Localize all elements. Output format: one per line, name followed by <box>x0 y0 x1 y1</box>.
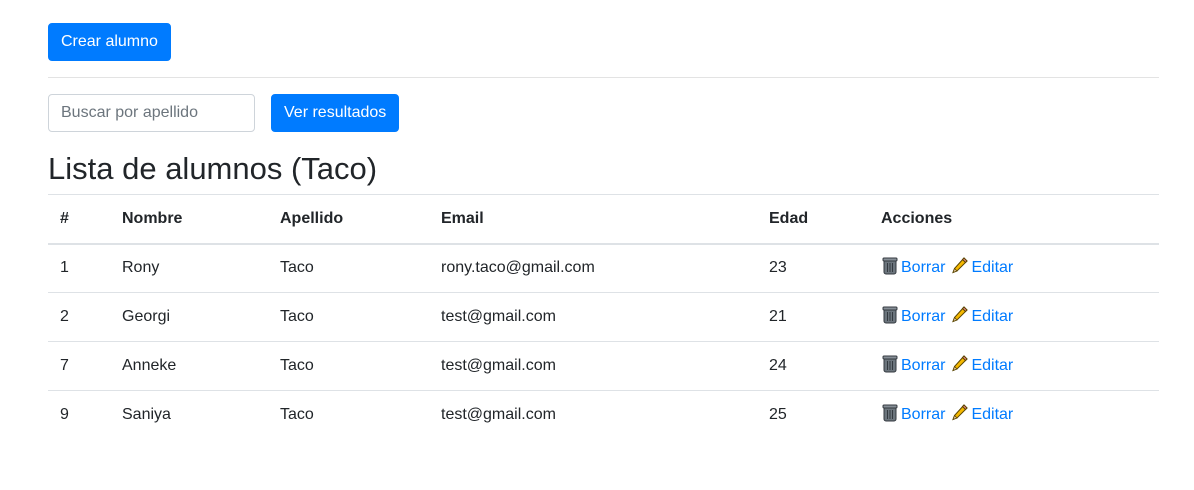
cell-email: test@gmail.com <box>429 292 757 342</box>
cell-age: 21 <box>757 292 869 342</box>
cell-id: 7 <box>48 341 110 391</box>
header-number: # <box>48 194 110 245</box>
cell-actions: Borrar Editar <box>869 243 1159 293</box>
table-row: 2 Georgi Taco test@gmail.com 21 Borrar E… <box>48 292 1159 342</box>
delete-link[interactable]: Borrar <box>901 406 945 423</box>
cell-age: 23 <box>757 243 869 293</box>
pencil-icon <box>951 256 969 280</box>
cell-email: test@gmail.com <box>441 406 556 424</box>
cell-id: 9 <box>60 406 69 424</box>
create-student-button[interactable]: Crear alumno <box>48 23 171 61</box>
trash-can-icon <box>881 256 899 280</box>
divider <box>48 77 1159 78</box>
delete-link[interactable]: Borrar <box>901 259 945 276</box>
header-email: Email <box>429 194 757 245</box>
cell-name: Saniya <box>122 406 171 424</box>
edit-link[interactable]: Editar <box>971 406 1013 423</box>
cell-name: Georgi <box>110 292 268 342</box>
header-actions: Acciones <box>869 194 1159 245</box>
cell-name: Anneke <box>110 341 268 391</box>
trash-can-icon <box>881 305 899 329</box>
header-age: Edad <box>757 194 869 245</box>
view-results-button[interactable]: Ver resultados <box>271 94 400 132</box>
pencil-icon <box>951 403 969 427</box>
table-row: 7 Anneke Taco test@gmail.com 24 Borrar E… <box>48 341 1159 391</box>
cell-lastname: Taco <box>268 243 429 293</box>
edit-link[interactable]: Editar <box>971 259 1013 276</box>
cell-actions: Borrar Editar <box>869 341 1159 391</box>
cell-email: rony.taco@gmail.com <box>429 243 757 293</box>
cell-email: test@gmail.com <box>429 341 757 391</box>
cell-actions: Borrar Editar <box>869 391 1159 440</box>
cell-id: 2 <box>48 292 110 342</box>
cell-actions: Borrar Editar <box>869 292 1159 342</box>
cell-id: 1 <box>48 243 110 293</box>
page-title: Lista de alumnos (Taco) <box>48 151 378 186</box>
header-lastname: Apellido <box>268 194 429 245</box>
header-name: Nombre <box>110 194 268 245</box>
pencil-icon <box>951 305 969 329</box>
edit-link[interactable]: Editar <box>971 308 1013 325</box>
table-row: 1 Rony Taco rony.taco@gmail.com 23 Borra… <box>48 243 1159 293</box>
cell-lastname: Taco <box>280 406 314 424</box>
edit-link[interactable]: Editar <box>971 357 1013 374</box>
table-header-row: # Nombre Apellido Email Edad Acciones <box>48 194 1159 245</box>
trash-can-icon <box>881 354 899 378</box>
pencil-icon <box>951 354 969 378</box>
students-table: # Nombre Apellido Email Edad Acciones 1 … <box>48 194 1159 440</box>
cell-age: 24 <box>757 341 869 391</box>
cell-lastname: Taco <box>268 341 429 391</box>
cell-lastname: Taco <box>268 292 429 342</box>
cell-name: Rony <box>110 243 268 293</box>
table-row: 9 Saniya Taco test@gmail.com 25 Borrar E… <box>48 391 1159 440</box>
cell-age: 25 <box>769 406 787 424</box>
delete-link[interactable]: Borrar <box>901 308 945 325</box>
search-input[interactable] <box>48 94 255 132</box>
trash-can-icon <box>881 403 899 427</box>
delete-link[interactable]: Borrar <box>901 357 945 374</box>
